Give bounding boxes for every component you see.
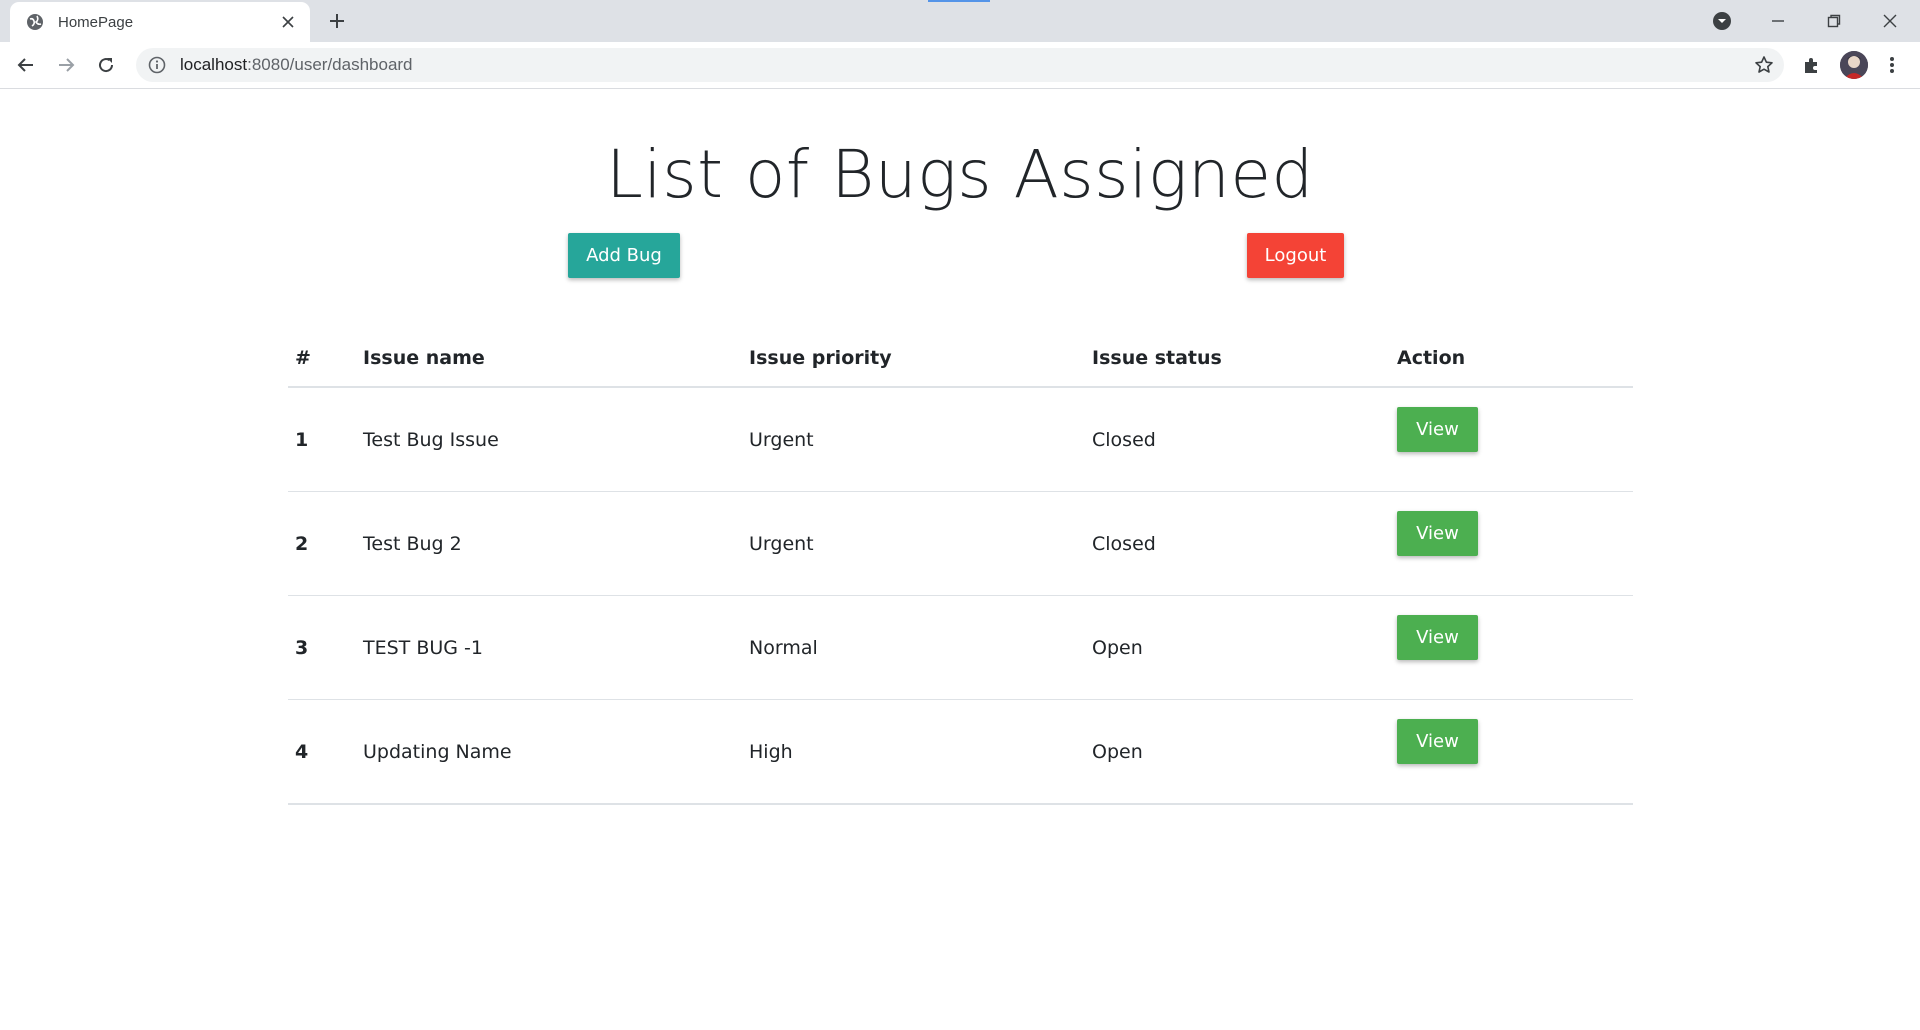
forward-arrow-icon[interactable] (52, 51, 80, 79)
profile-avatar[interactable] (1840, 51, 1868, 79)
bookmark-star-icon[interactable] (1754, 55, 1774, 75)
view-button[interactable]: View (1397, 511, 1478, 556)
issue-priority: Urgent (742, 491, 1085, 596)
issue-priority: Urgent (742, 387, 1085, 492)
browser-toolbar: localhost:8080/user/dashboard (0, 42, 1920, 89)
table-row: 1 Test Bug Issue Urgent Closed View (288, 387, 1633, 492)
close-icon[interactable] (278, 12, 298, 32)
tab-title: HomePage (58, 13, 134, 31)
row-number: 1 (288, 387, 356, 492)
action-cell: View (1390, 491, 1633, 596)
view-button[interactable]: View (1397, 615, 1478, 660)
table-row: 3 TEST BUG -1 Normal Open View (288, 595, 1633, 700)
url-path: :8080/user/dashboard (247, 55, 413, 74)
view-button[interactable]: View (1397, 719, 1478, 764)
address-bar[interactable]: localhost:8080/user/dashboard (136, 48, 1784, 82)
table-row: 4 Updating Name High Open View (288, 699, 1633, 805)
issue-name: Test Bug 2 (356, 491, 742, 596)
new-tab-plus-icon[interactable] (326, 10, 348, 32)
page-title: List of Bugs Assigned (606, 136, 1314, 213)
row-number: 2 (288, 491, 356, 596)
column-header-action: Action (1390, 330, 1633, 388)
issue-name: TEST BUG -1 (356, 595, 742, 700)
table-header-row: # Issue name Issue priority Issue status… (288, 330, 1633, 388)
issue-priority: Normal (742, 595, 1085, 700)
url-host: localhost (180, 55, 248, 74)
minimize-icon[interactable] (1750, 0, 1806, 42)
reload-icon[interactable] (92, 51, 120, 79)
info-icon[interactable] (148, 56, 166, 74)
action-cell: View (1390, 699, 1633, 805)
extensions-puzzle-icon[interactable] (1800, 53, 1824, 77)
bugs-table: # Issue name Issue priority Issue status… (288, 330, 1633, 805)
kebab-menu-icon[interactable] (1880, 53, 1904, 77)
view-button[interactable]: View (1397, 407, 1478, 452)
logout-button[interactable]: Logout (1247, 233, 1344, 278)
issue-status: Closed (1085, 387, 1390, 492)
table-row: 2 Test Bug 2 Urgent Closed View (288, 491, 1633, 596)
tab-search-icon[interactable] (1694, 0, 1750, 42)
issue-status: Open (1085, 699, 1390, 805)
column-header-issue-status: Issue status (1085, 330, 1390, 388)
issue-status: Open (1085, 595, 1390, 700)
restore-icon[interactable] (1806, 0, 1862, 42)
window-close-icon[interactable] (1862, 0, 1918, 42)
add-bug-button[interactable]: Add Bug (568, 233, 680, 278)
browser-tab-strip: HomePage (0, 0, 1920, 42)
browser-tab[interactable]: HomePage (10, 2, 310, 42)
tab-strip-accent (928, 0, 990, 2)
issue-name: Test Bug Issue (356, 387, 742, 492)
action-cell: View (1390, 595, 1633, 700)
row-number: 4 (288, 699, 356, 805)
globe-icon (26, 13, 44, 31)
column-header-issue-priority: Issue priority (742, 330, 1085, 388)
column-header-number: # (288, 330, 356, 388)
column-header-issue-name: Issue name (356, 330, 742, 388)
issue-status: Closed (1085, 491, 1390, 596)
issue-priority: High (742, 699, 1085, 805)
action-cell: View (1390, 387, 1633, 492)
back-arrow-icon[interactable] (12, 51, 40, 79)
url-text: localhost:8080/user/dashboard (180, 55, 413, 75)
row-number: 3 (288, 595, 356, 700)
issue-name: Updating Name (356, 699, 742, 805)
